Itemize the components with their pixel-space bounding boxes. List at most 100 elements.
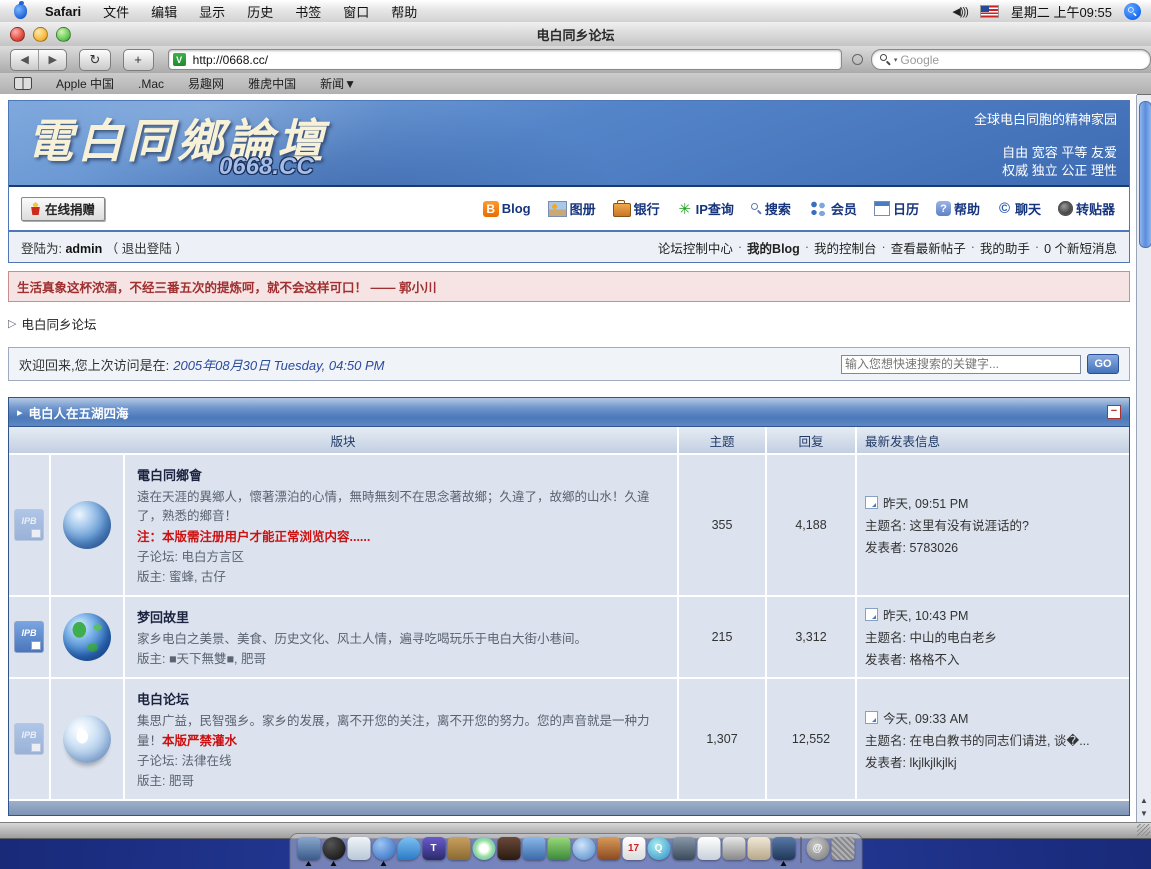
reload-button[interactable]: ↻	[79, 49, 110, 71]
reply-count: 12,552	[767, 679, 855, 799]
forum-name-link[interactable]: 梦回故里	[137, 607, 667, 626]
breadcrumb-home-link[interactable]: 电白同乡论坛	[21, 314, 96, 333]
dock-icon-trash[interactable]	[831, 837, 854, 860]
menu-item-file[interactable]: 文件	[103, 2, 129, 21]
forum-moderators[interactable]: 版主: ■天下無雙■, 肥哥	[137, 649, 667, 669]
scroll-down-arrow[interactable]: ▼	[1140, 809, 1148, 818]
dock-icon-ichat[interactable]	[397, 837, 420, 860]
dock-icon-garageband[interactable]	[547, 837, 570, 860]
category-title[interactable]: 电白人在五湖四海	[29, 403, 129, 422]
dock-icon-address-book[interactable]	[447, 837, 470, 860]
nav-bank[interactable]: 银行	[613, 199, 660, 218]
menu-app-name[interactable]: Safari	[45, 4, 81, 19]
subforum-link[interactable]: 子论坛: 法律在线	[137, 751, 667, 771]
nav-album[interactable]: 图册	[548, 199, 596, 218]
dock-icon-mail[interactable]	[672, 837, 695, 860]
nav-help[interactable]: ?帮助	[936, 199, 980, 218]
input-language-flag-icon[interactable]	[980, 5, 999, 18]
dock-icon-iphoto[interactable]	[497, 837, 520, 860]
link-new-messages[interactable]: 0 个新短消息	[1044, 238, 1117, 257]
last-post-topic[interactable]: 主题名: 中山的电白老乡	[865, 627, 1129, 646]
dock-icon-preview[interactable]	[347, 837, 370, 860]
last-post-author[interactable]: 发表者: 格格不入	[865, 649, 1129, 668]
nav-chat[interactable]: ©聊天	[997, 199, 1041, 218]
dock-icon-clapperboard[interactable]	[722, 837, 745, 860]
bookmark-dotmac[interactable]: .Mac	[138, 77, 164, 91]
nav-calendar[interactable]: 日历	[874, 199, 919, 218]
category-header[interactable]: ▸ 电白人在五湖四海 −	[9, 398, 1129, 427]
column-forum: 版块	[9, 427, 677, 453]
url-input[interactable]	[191, 52, 841, 68]
dock-icon-guitar-app[interactable]	[597, 837, 620, 860]
dock-icon-safari[interactable]	[372, 837, 395, 860]
dock-icon-ical[interactable]: 17	[622, 837, 645, 860]
link-new-posts[interactable]: 查看最新帖子	[891, 238, 966, 257]
spotlight-icon[interactable]	[1124, 3, 1141, 20]
last-post-author[interactable]: 发表者: 5783026	[865, 537, 1129, 556]
dock-icon-utility[interactable]	[747, 837, 770, 860]
dock-icon-pages[interactable]	[697, 837, 720, 860]
donate-button[interactable]: 在线捐赠	[21, 197, 105, 221]
last-post-topic[interactable]: 主题名: 在电白教书的同志们请进, 谈�...	[865, 730, 1129, 749]
dock-icon-idvd[interactable]	[572, 837, 595, 860]
last-post-icon[interactable]	[865, 608, 878, 621]
link-my-panel[interactable]: 我的控制台	[814, 238, 877, 257]
vertical-scrollbar[interactable]: ▲ ▼	[1136, 95, 1151, 822]
bookmarks-book-icon[interactable]	[14, 77, 32, 90]
bookmark-yahoo-china[interactable]: 雅虎中国	[248, 75, 296, 92]
username[interactable]: admin	[65, 242, 102, 256]
dock-icon-dashboard[interactable]	[322, 837, 345, 860]
quick-search-input[interactable]	[841, 355, 1081, 374]
dock-icon-camera-app[interactable]	[772, 837, 795, 860]
forum-name-link[interactable]: 电白论坛	[137, 689, 667, 708]
menu-item-window[interactable]: 窗口	[343, 2, 369, 21]
subforum-link[interactable]: 子论坛: 电白方言区	[137, 547, 667, 567]
volume-icon[interactable]: ◀)))	[952, 5, 967, 18]
report-bug-icon[interactable]	[852, 54, 863, 65]
last-post-topic[interactable]: 主题名: 这里有没有说涯话的?	[865, 515, 1129, 534]
last-post-icon[interactable]	[865, 711, 878, 724]
scrollbar-thumb[interactable]	[1139, 101, 1151, 248]
apple-menu-icon[interactable]	[14, 4, 27, 19]
nav-repost[interactable]: 转贴器	[1058, 199, 1115, 218]
dock-icon-system[interactable]	[297, 837, 320, 860]
menu-item-help[interactable]: 帮助	[391, 2, 417, 21]
link-my-blog[interactable]: 我的Blog	[747, 238, 800, 257]
forum-moderators[interactable]: 版主: 蜜蜂, 古仔	[137, 567, 667, 587]
forward-button[interactable]: ▶	[39, 50, 66, 70]
bookmark-news-folder[interactable]: 新闻▼	[320, 75, 356, 92]
dock-icon-itunes[interactable]	[472, 837, 495, 860]
menubar-clock[interactable]: 星期二 上午09:55	[1011, 2, 1112, 21]
back-button[interactable]: ◀	[11, 50, 39, 70]
address-bar[interactable]: V	[168, 49, 842, 70]
scroll-up-arrow[interactable]: ▲	[1140, 796, 1148, 805]
bookmark-apple-china[interactable]: Apple 中国	[56, 75, 114, 92]
menu-item-bookmarks[interactable]: 书签	[295, 2, 321, 21]
nav-members[interactable]: 会员	[808, 199, 857, 218]
last-post-icon[interactable]	[865, 496, 878, 509]
last-post-author[interactable]: 发表者: lkjlkjlkjlkj	[865, 752, 1129, 771]
collapse-button[interactable]: −	[1107, 405, 1121, 419]
dock-icon-textedit[interactable]: T	[422, 837, 445, 860]
nav-blog[interactable]: BBlog	[483, 201, 531, 217]
nav-ip-lookup[interactable]: ✳IP查询	[677, 199, 734, 218]
menu-item-history[interactable]: 历史	[247, 2, 273, 21]
forum-name-link[interactable]: 電白同鄉會	[137, 465, 667, 484]
menu-item-edit[interactable]: 编辑	[151, 2, 177, 21]
menu-item-view[interactable]: 显示	[199, 2, 225, 21]
bookmark-eachnet[interactable]: 易趣网	[188, 75, 224, 92]
nav-search[interactable]: 搜索	[751, 199, 791, 218]
dock-icon-imovie[interactable]	[522, 837, 545, 860]
dock-icon-quicktime[interactable]: Q	[647, 837, 670, 860]
logout-link[interactable]: （ 退出登陆 ）	[106, 242, 188, 256]
repost-icon	[1058, 201, 1073, 216]
google-search-field[interactable]: ▾ Google	[871, 49, 1151, 70]
add-bookmark-button[interactable]: +	[123, 49, 154, 71]
link-my-assistant[interactable]: 我的助手	[980, 238, 1030, 257]
search-icon	[751, 203, 762, 214]
go-button[interactable]: GO	[1087, 354, 1119, 374]
resize-grip[interactable]	[1137, 824, 1150, 836]
forum-moderators[interactable]: 版主: 肥哥	[137, 771, 667, 791]
link-control-center[interactable]: 论坛控制中心	[658, 238, 733, 257]
dock-icon-at-utility[interactable]: @	[806, 837, 829, 860]
